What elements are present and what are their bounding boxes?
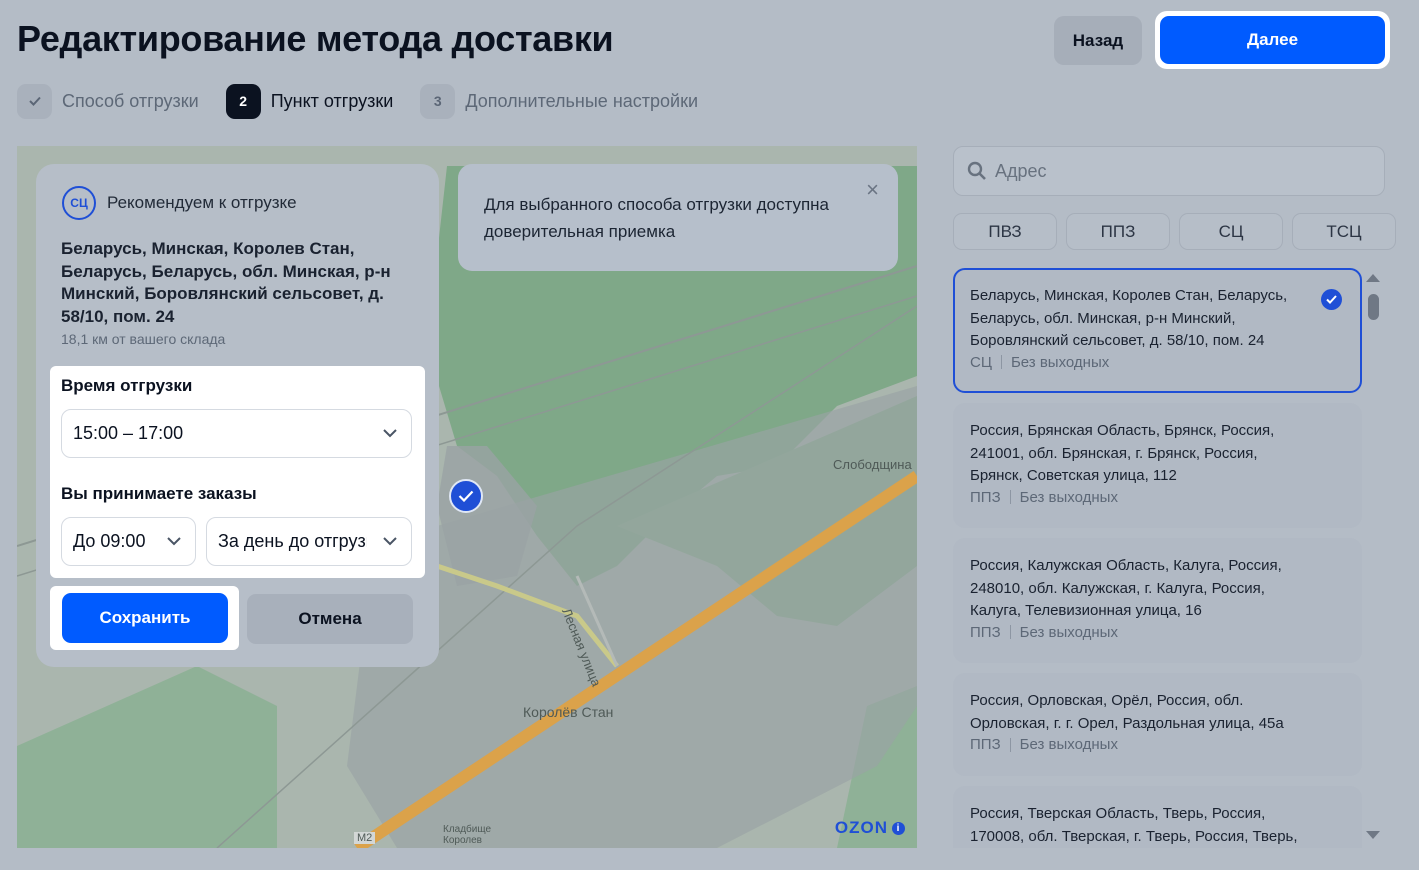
list-item[interactable]: Россия, Тверская Область, Тверь, Россия,… <box>953 786 1362 848</box>
list-item[interactable]: Беларусь, Минская, Королев Стан, Беларус… <box>953 268 1362 393</box>
filter-pvz[interactable]: ПВЗ <box>953 213 1057 250</box>
list-item[interactable]: Россия, Брянская Область, Брянск, Россия… <box>953 403 1362 528</box>
banner-text: Для выбранного способа отгрузки доступна… <box>484 195 830 241</box>
trusted-acceptance-banner: Для выбранного способа отгрузки доступна… <box>458 164 898 271</box>
search-placeholder: Адрес <box>995 160 1047 181</box>
next-button-highlight: Далее <box>1155 11 1390 69</box>
filter-tsc[interactable]: ТСЦ <box>1292 213 1396 250</box>
point-address: Россия, Калужская Область, Калуга, Росси… <box>970 557 1282 619</box>
point-schedule: Без выходных <box>1019 623 1118 641</box>
point-schedule: Без выходных <box>1010 353 1110 371</box>
address-search-input[interactable]: Адрес <box>953 146 1385 196</box>
accept-orders-label: Вы принимаете заказы <box>61 484 257 503</box>
recommendation-title: Рекомендуем к отгрузке <box>107 193 297 212</box>
step-shipping-method[interactable]: Способ отгрузки <box>17 83 199 119</box>
point-type: СЦ <box>970 353 992 371</box>
ship-time-label: Время отгрузки <box>61 376 193 395</box>
point-schedule: Без выходных <box>1019 488 1118 506</box>
point-type-filters: ПВЗ ППЗ СЦ ТСЦ <box>953 213 1396 250</box>
page-title: Редактирование метода доставки <box>17 18 614 59</box>
stepper: Способ отгрузки 2 Пункт отгрузки 3 Допол… <box>17 83 725 119</box>
recommended-address: Беларусь, Минская, Королев Стан, Беларус… <box>61 239 391 326</box>
shipping-points-list[interactable]: Беларусь, Минская, Королев Стан, Беларус… <box>953 268 1363 848</box>
scrollbar-thumb[interactable] <box>1368 294 1379 320</box>
step-label: Пункт отгрузки <box>270 90 394 111</box>
ship-time-value: 15:00 – 17:00 <box>73 423 184 443</box>
step-additional-settings[interactable]: 3 Дополнительные настройки <box>420 83 699 119</box>
step-shipping-point[interactable]: 2 Пункт отгрузки <box>225 83 394 119</box>
accept-day-value: За день до отгрузки <box>218 531 367 551</box>
point-schedule: Без выходных <box>1019 736 1118 753</box>
selected-check-icon <box>1321 289 1342 310</box>
save-button[interactable]: Сохранить <box>62 593 228 643</box>
map-label-m2: М2 <box>354 832 376 844</box>
map-selected-point-marker[interactable] <box>449 479 483 513</box>
point-type: ППЗ <box>970 488 1001 506</box>
step-label: Способ отгрузки <box>62 90 199 111</box>
accept-day-select[interactable]: За день до отгрузки <box>206 517 412 566</box>
chevron-down-icon <box>383 429 397 438</box>
accept-until-value: До 09:00 <box>73 531 146 551</box>
point-meta: СЦ Без выходных <box>970 354 1346 371</box>
shipping-settings-form: Время отгрузки 15:00 – 17:00 Вы принимае… <box>50 366 425 578</box>
save-button-highlight: Сохранить <box>50 586 239 650</box>
check-icon <box>458 490 474 502</box>
point-meta: ППЗ Без выходных <box>970 624 1346 641</box>
point-type: ППЗ <box>970 736 1001 753</box>
recommendation-card: СЦ Рекомендуем к отгрузке Беларусь, Минс… <box>36 164 439 667</box>
info-icon[interactable]: i <box>892 821 905 835</box>
point-address: Россия, Тверская Область, Тверь, Россия,… <box>970 805 1298 845</box>
point-address: Россия, Брянская Область, Брянск, Россия… <box>970 422 1275 484</box>
next-button[interactable]: Далее <box>1160 16 1385 64</box>
map-label-cemetery: Кладбище Королев <box>443 824 492 846</box>
step-label: Дополнительные настройки <box>465 90 699 111</box>
step-number: 2 <box>225 83 261 119</box>
point-type: ППЗ <box>970 623 1001 641</box>
filter-sc[interactable]: СЦ <box>1179 213 1283 250</box>
map-label-korolev-stan: Королёв Стан <box>523 704 614 720</box>
point-address: Беларусь, Минская, Королев Стан, Беларус… <box>970 287 1288 349</box>
cancel-button[interactable]: Отмена <box>247 594 413 644</box>
scroll-down-arrow[interactable] <box>1366 831 1380 839</box>
point-meta: ППЗ Без выходных <box>970 736 1346 753</box>
step-number: 3 <box>420 83 456 119</box>
list-item[interactable]: Россия, Орловская, Орёл, Россия, обл. Ор… <box>953 673 1362 776</box>
recommendation-header: СЦ Рекомендуем к отгрузке <box>62 186 297 220</box>
list-item[interactable]: Россия, Калужская Область, Калуга, Росси… <box>953 538 1362 663</box>
back-button[interactable]: Назад <box>1054 16 1142 65</box>
map-label-slobodshchina: Слободщина <box>833 457 912 472</box>
search-icon <box>967 161 986 180</box>
ozon-logo: OZON i <box>835 818 905 838</box>
close-icon[interactable]: × <box>866 179 879 201</box>
filter-ppz[interactable]: ППЗ <box>1066 213 1170 250</box>
check-icon <box>17 83 52 119</box>
accept-until-select[interactable]: До 09:00 <box>61 517 196 566</box>
ozon-logo-text: OZON <box>834 818 888 837</box>
chevron-down-icon <box>383 537 397 546</box>
distance-from-warehouse: 18,1 км от вашего склада <box>61 331 226 347</box>
scroll-up-arrow[interactable] <box>1366 274 1380 282</box>
chevron-down-icon <box>167 537 181 546</box>
sorting-center-badge: СЦ <box>62 186 96 220</box>
point-address: Россия, Орловская, Орёл, Россия, обл. Ор… <box>970 692 1284 732</box>
point-meta: ППЗ Без выходных <box>970 489 1346 506</box>
ship-time-select[interactable]: 15:00 – 17:00 <box>61 409 412 458</box>
